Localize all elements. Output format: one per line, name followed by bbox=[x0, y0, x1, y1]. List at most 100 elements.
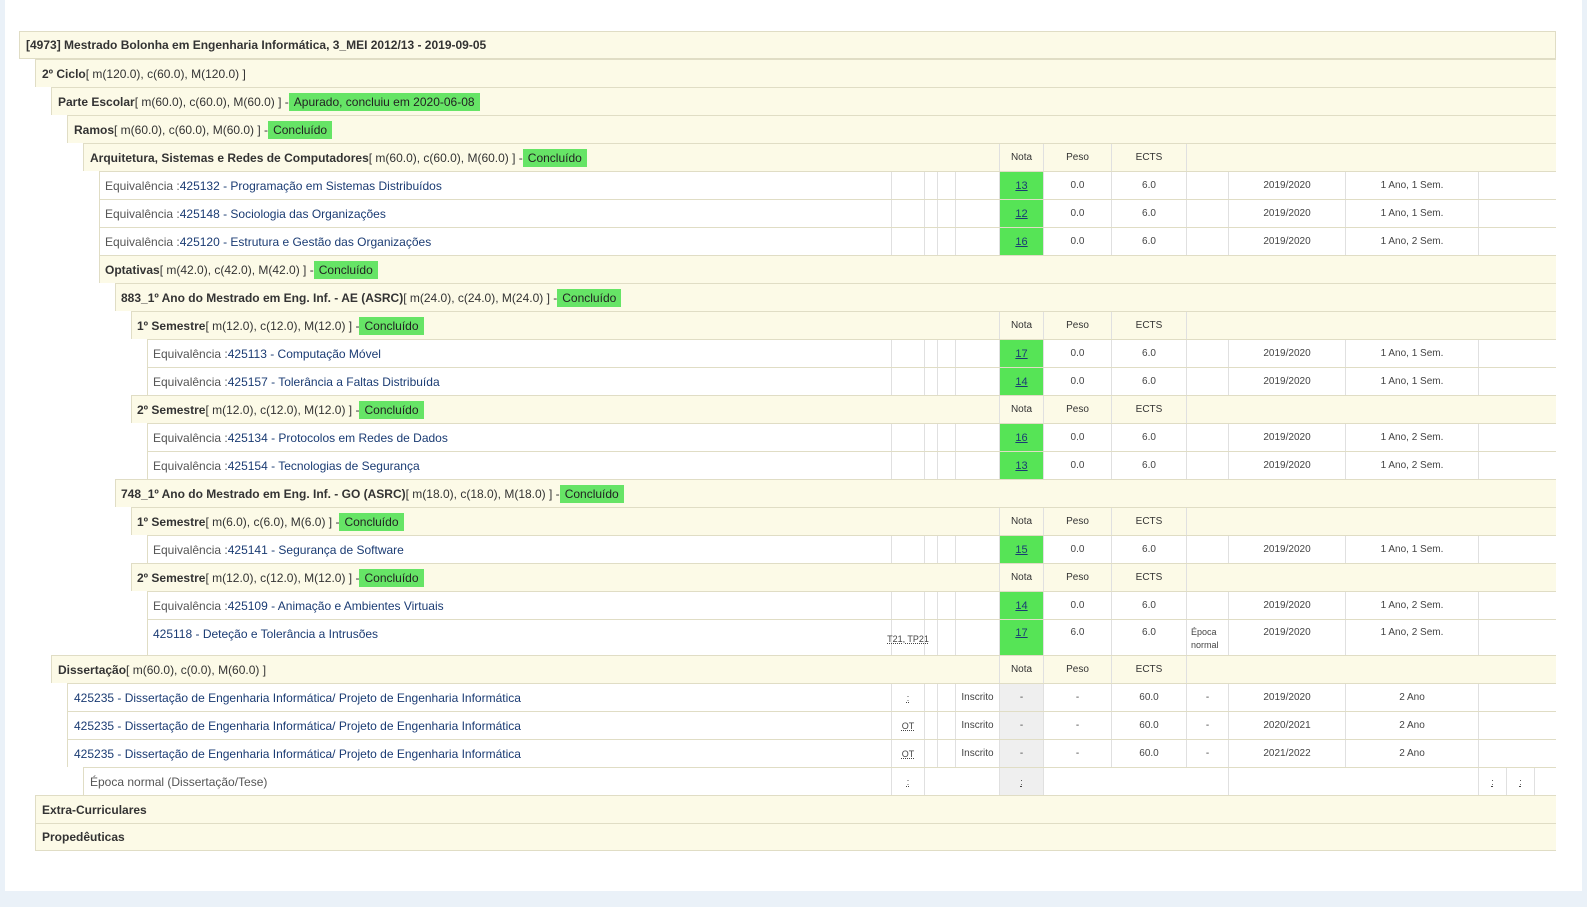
course-row: Equivalência : 425134 - Protocolos em Re… bbox=[147, 423, 1556, 451]
cell-ects: 60.0 bbox=[1111, 740, 1186, 767]
cell-ects: 6.0 bbox=[1111, 592, 1186, 619]
course-link[interactable]: 425154 - Tecnologias de Segurança bbox=[228, 459, 420, 473]
cell-turma[interactable]: : bbox=[891, 684, 924, 711]
cell-turma[interactable]: T21, TP21 bbox=[887, 620, 929, 657]
cell-state bbox=[955, 620, 999, 657]
cell-ects: 6.0 bbox=[1111, 424, 1186, 451]
group-credits: [ m(24.0), c(24.0), M(24.0) ] - bbox=[403, 290, 558, 305]
cell-empty bbox=[924, 368, 937, 395]
course-link[interactable]: 425113 - Computação Móvel bbox=[228, 347, 381, 361]
cell-semester: 2 Ano bbox=[1345, 684, 1478, 711]
cell-extra bbox=[1478, 424, 1557, 451]
grade-cell[interactable]: 16 bbox=[999, 228, 1043, 255]
cell-extra bbox=[1478, 712, 1557, 739]
course-row: Equivalência : 425113 - Computação Móvel… bbox=[147, 339, 1556, 367]
grade-cell[interactable]: 12 bbox=[999, 200, 1043, 227]
cell-extra bbox=[1478, 200, 1557, 227]
group-credits: [ m(12.0), c(12.0), M(12.0) ] - bbox=[205, 318, 360, 333]
course-link[interactable]: 425141 - Segurança de Software bbox=[228, 543, 404, 557]
status-badge: Concluído bbox=[339, 512, 404, 531]
cell-extra bbox=[1478, 228, 1557, 255]
col-header-nota: Nota bbox=[999, 656, 1043, 683]
cell-turma[interactable]: OT bbox=[891, 712, 924, 739]
cell-semester: 1 Ano, 1 Sem. bbox=[1345, 200, 1478, 227]
status-badge: Concluído bbox=[559, 484, 624, 503]
cell-empty bbox=[924, 740, 937, 767]
cell-semester: 1 Ano, 2 Sem. bbox=[1345, 592, 1478, 619]
cell-ects: 60.0 bbox=[1111, 712, 1186, 739]
grade-cell[interactable]: 16 bbox=[999, 424, 1043, 451]
course-link[interactable]: 425118 - Deteção e Tolerância a Intrusõe… bbox=[153, 627, 378, 641]
col-header-ects: ECTS bbox=[1111, 564, 1186, 591]
cell-epoca bbox=[1186, 200, 1228, 227]
group-883-sem2: 2º Semestre [ m(12.0), c(12.0), M(12.0) … bbox=[131, 395, 1556, 423]
grade-cell[interactable]: 14 bbox=[999, 592, 1043, 619]
grade-cell[interactable]: 15 bbox=[999, 536, 1043, 563]
grade-cell[interactable]: 17 bbox=[999, 340, 1043, 367]
cell-empty bbox=[924, 620, 937, 657]
col-header-nota: Nota bbox=[999, 508, 1043, 535]
course-link[interactable]: 425120 - Estrutura e Gestão das Organiza… bbox=[180, 235, 431, 249]
cell-ects: 6.0 bbox=[1111, 228, 1186, 255]
course-link[interactable]: 425235 - Dissertação de Engenharia Infor… bbox=[74, 747, 521, 761]
cell-empty bbox=[937, 200, 955, 227]
grade-cell[interactable]: 13 bbox=[999, 452, 1043, 479]
cell-empty bbox=[924, 768, 999, 795]
group-optativas: Optativas [ m(42.0), c(42.0), M(42.0) ] … bbox=[99, 255, 1556, 283]
group-748: 748_1º Ano do Mestrado em Eng. Inf. - GO… bbox=[115, 479, 1556, 507]
course-link[interactable]: 425148 - Sociologia das Organizações bbox=[180, 207, 386, 221]
cell-mark[interactable]: : bbox=[1478, 768, 1506, 795]
course-link[interactable]: 425157 - Tolerância a Faltas Distribuída bbox=[228, 375, 440, 389]
status-badge: Concluído bbox=[522, 148, 587, 167]
degree-title: [4973] Mestrado Bolonha em Engenharia In… bbox=[26, 38, 487, 52]
course-link[interactable]: 425235 - Dissertação de Engenharia Infor… bbox=[74, 691, 521, 705]
equiv-label: Equivalência : bbox=[105, 178, 180, 193]
course-link[interactable]: 425134 - Protocolos em Redes de Dados bbox=[228, 431, 448, 445]
col-header-peso: Peso bbox=[1043, 564, 1111, 591]
grade-cell[interactable]: 14 bbox=[999, 368, 1043, 395]
course-row: Equivalência : 425157 - Tolerância a Fal… bbox=[147, 367, 1556, 395]
cell-epoca bbox=[1186, 228, 1228, 255]
grade-cell[interactable]: 17 bbox=[999, 620, 1043, 657]
col-header-spacer bbox=[1186, 312, 1557, 339]
cell-epoca bbox=[1186, 368, 1228, 395]
cell-turma[interactable]: : bbox=[891, 768, 924, 795]
cell-year: 2019/2020 bbox=[1228, 592, 1345, 619]
group-883: 883_1º Ano do Mestrado em Eng. Inf. - AE… bbox=[115, 283, 1556, 311]
cell-turma bbox=[891, 228, 924, 255]
cell-empty bbox=[937, 592, 955, 619]
group-ramos: Ramos [ m(60.0), c(60.0), M(60.0) ] - Co… bbox=[67, 115, 1556, 143]
group-name: Optativas bbox=[105, 262, 160, 277]
cell-empty bbox=[1534, 768, 1557, 795]
cell-state bbox=[955, 452, 999, 479]
cell-empty bbox=[937, 740, 955, 767]
group-name: 1º Semestre bbox=[137, 514, 206, 529]
course-link[interactable]: 425132 - Programação em Sistemas Distrib… bbox=[180, 179, 442, 193]
cell-turma[interactable]: OT bbox=[891, 740, 924, 767]
cell-empty bbox=[924, 340, 937, 367]
cell-peso: 6.0 bbox=[1043, 620, 1111, 657]
cell-epoca bbox=[1186, 452, 1228, 479]
col-header-nota: Nota bbox=[999, 564, 1043, 591]
group-credits: [ m(60.0), c(60.0), M(60.0) ] - bbox=[114, 122, 269, 137]
grade-cell[interactable]: : bbox=[999, 768, 1043, 795]
status-badge: Concluído bbox=[359, 316, 424, 335]
cell-mark[interactable]: : bbox=[1506, 768, 1534, 795]
cell-year: 2019/2020 bbox=[1228, 424, 1345, 451]
group-name: Dissertação bbox=[58, 662, 127, 677]
col-header-ects: ECTS bbox=[1111, 312, 1186, 339]
cell-semester: 2 Ano bbox=[1345, 740, 1478, 767]
equiv-label: Equivalência : bbox=[153, 542, 228, 557]
group-name: 2º Semestre bbox=[137, 570, 206, 585]
group-credits: [ m(18.0), c(18.0), M(18.0) ] - bbox=[405, 486, 560, 501]
group-748-sem1: 1º Semestre [ m(6.0), c(6.0), M(6.0) ] -… bbox=[131, 507, 1556, 535]
group-name: 2º Ciclo bbox=[42, 66, 86, 81]
cell-peso: 0.0 bbox=[1043, 340, 1111, 367]
cell-empty bbox=[924, 592, 937, 619]
course-link[interactable]: 425109 - Animação e Ambientes Virtuais bbox=[228, 599, 444, 613]
course-link[interactable]: 425235 - Dissertação de Engenharia Infor… bbox=[74, 719, 521, 733]
group-credits: [ m(12.0), c(12.0), M(12.0) ] - bbox=[205, 570, 360, 585]
cell-year: 2019/2020 bbox=[1228, 368, 1345, 395]
degree-title-row: [4973] Mestrado Bolonha em Engenharia In… bbox=[19, 31, 1556, 59]
grade-cell[interactable]: 13 bbox=[999, 172, 1043, 199]
